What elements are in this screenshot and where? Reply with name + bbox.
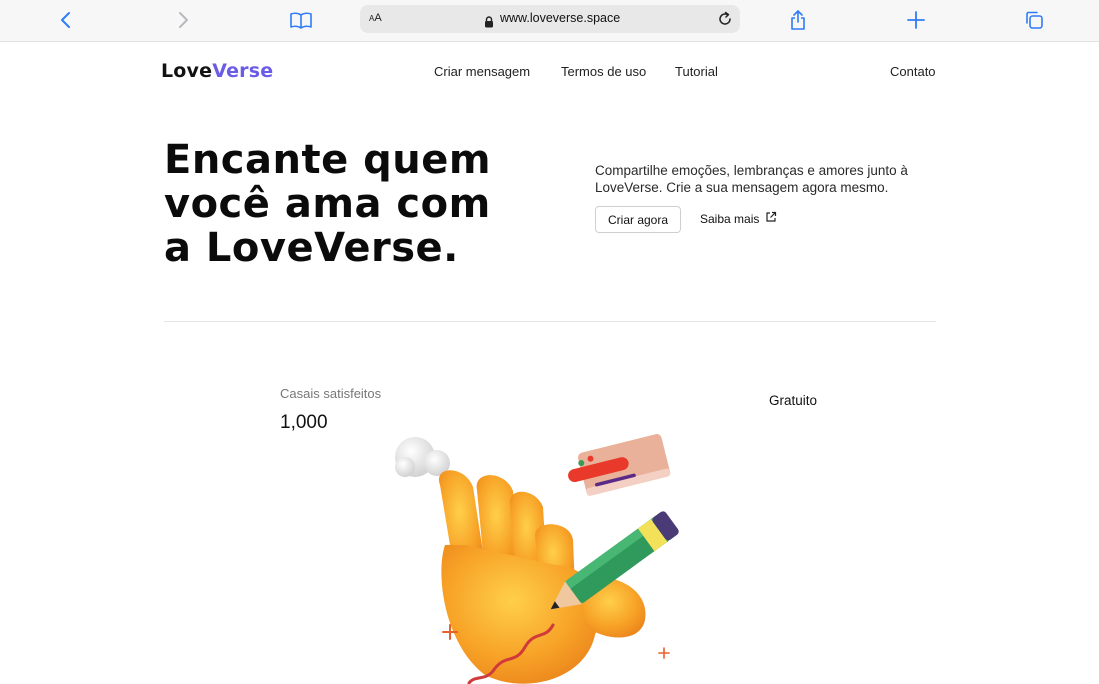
external-link-icon — [765, 211, 777, 226]
hero-title-line: a LoveVerse. — [164, 225, 459, 271]
address-bar[interactable]: AA www.loveverse.space — [360, 5, 740, 33]
lock-icon — [484, 13, 494, 32]
back-icon[interactable] — [52, 6, 80, 34]
url-text: www.loveverse.space — [500, 11, 621, 25]
card-icon — [568, 434, 671, 496]
gratuito-label: Gratuito — [769, 393, 818, 408]
site-logo[interactable]: LoveVerse — [161, 60, 273, 82]
stat-value: 1,000 — [280, 412, 328, 433]
hero-title: Encante quem você ama com a LoveVerse. — [164, 138, 544, 270]
plus-icon[interactable] — [902, 6, 930, 34]
cloud-icon — [395, 437, 450, 477]
nav-criar-mensagem[interactable]: Criar mensagem — [434, 64, 530, 79]
tabs-icon[interactable] — [1020, 6, 1048, 34]
criar-agora-button[interactable]: Criar agora — [595, 206, 681, 233]
book-icon[interactable] — [287, 6, 315, 34]
forward-icon[interactable] — [169, 6, 197, 34]
browser-toolbar: AA www.loveverse.space — [0, 0, 1099, 42]
sparkle-icon — [658, 647, 670, 659]
section-divider — [164, 321, 936, 322]
saiba-mais-label: Saiba mais — [700, 211, 760, 226]
hero-title-line: Encante quem — [164, 137, 492, 183]
nav-tutorial[interactable]: Tutorial — [675, 64, 718, 79]
hero-title-line: você ama com — [164, 181, 491, 227]
stat-label: Casais satisfeitos — [280, 386, 382, 401]
hand-pencil-illustration — [385, 425, 705, 684]
reload-icon[interactable] — [716, 10, 734, 32]
nav-termos-de-uso[interactable]: Termos de uso — [561, 64, 646, 79]
logo-text-verse: Verse — [212, 60, 274, 82]
hero-description: Compartilhe emoções, lembranças e amores… — [595, 163, 908, 195]
reader-mode-button[interactable]: AA — [369, 12, 382, 24]
saiba-mais-link[interactable]: Saiba mais — [700, 211, 777, 226]
logo-text-love: Love — [161, 60, 213, 82]
share-icon[interactable] — [784, 6, 812, 34]
nav-contato[interactable]: Contato — [890, 64, 936, 79]
